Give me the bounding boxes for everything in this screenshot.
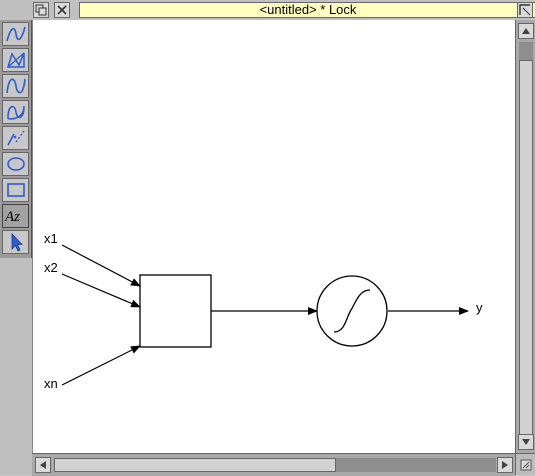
text-tool-label: Az <box>4 209 20 225</box>
select-tool-icon[interactable] <box>2 230 29 254</box>
input-arrow-x1[interactable] <box>61 244 141 287</box>
drawing-canvas[interactable]: x1 x2 xn y <box>32 20 515 453</box>
input-label-xn: xn <box>44 376 58 391</box>
scroll-left-icon[interactable] <box>35 457 51 473</box>
rectangle-tool-icon[interactable] <box>2 178 29 202</box>
toolbox: Az <box>0 20 32 258</box>
scroll-right-icon[interactable] <box>497 457 513 473</box>
scroll-up-icon[interactable] <box>518 23 534 39</box>
activation-circle[interactable] <box>316 275 388 347</box>
closed-curve-tool-icon[interactable] <box>2 100 29 124</box>
window-title[interactable]: <untitled> * Lock <box>79 2 535 18</box>
neuron-diagram: x1 x2 xn y <box>44 231 483 391</box>
input-label-x2: x2 <box>44 260 58 275</box>
title-bar[interactable]: <untitled> * Lock <box>31 0 535 20</box>
summation-box[interactable] <box>139 274 212 348</box>
input-arrow-x2[interactable] <box>61 273 141 308</box>
horizontal-scroll-thumb[interactable] <box>54 458 336 472</box>
resize-icon[interactable] <box>515 453 535 475</box>
horizontal-scroll-track[interactable] <box>54 458 496 472</box>
horizontal-scrollbar[interactable] <box>32 453 515 476</box>
vertical-scrollbar[interactable] <box>515 20 535 453</box>
closed-line-tool-icon[interactable] <box>2 48 29 72</box>
input-label-x1: x1 <box>44 231 58 246</box>
vertical-scroll-track[interactable] <box>519 42 533 442</box>
text-tool-icon[interactable]: Az <box>2 204 29 228</box>
curve-tool-icon[interactable] <box>2 74 29 98</box>
vertical-scroll-thumb[interactable] <box>519 60 533 442</box>
ellipse-tool-icon[interactable] <box>2 152 29 176</box>
draw-window: <untitled> * Lock Az x1 x2 xn y <box>0 0 535 476</box>
input-arrow-xn[interactable] <box>61 345 141 386</box>
sigmoid-curve <box>333 289 371 333</box>
scroll-down-icon[interactable] <box>518 434 534 450</box>
line-tool-icon[interactable] <box>2 22 29 46</box>
back-icon[interactable] <box>33 2 49 18</box>
toggle-size-icon[interactable] <box>517 2 533 18</box>
move-tool-icon[interactable] <box>2 126 29 150</box>
close-icon[interactable] <box>54 2 70 18</box>
output-label-y: y <box>476 300 483 315</box>
